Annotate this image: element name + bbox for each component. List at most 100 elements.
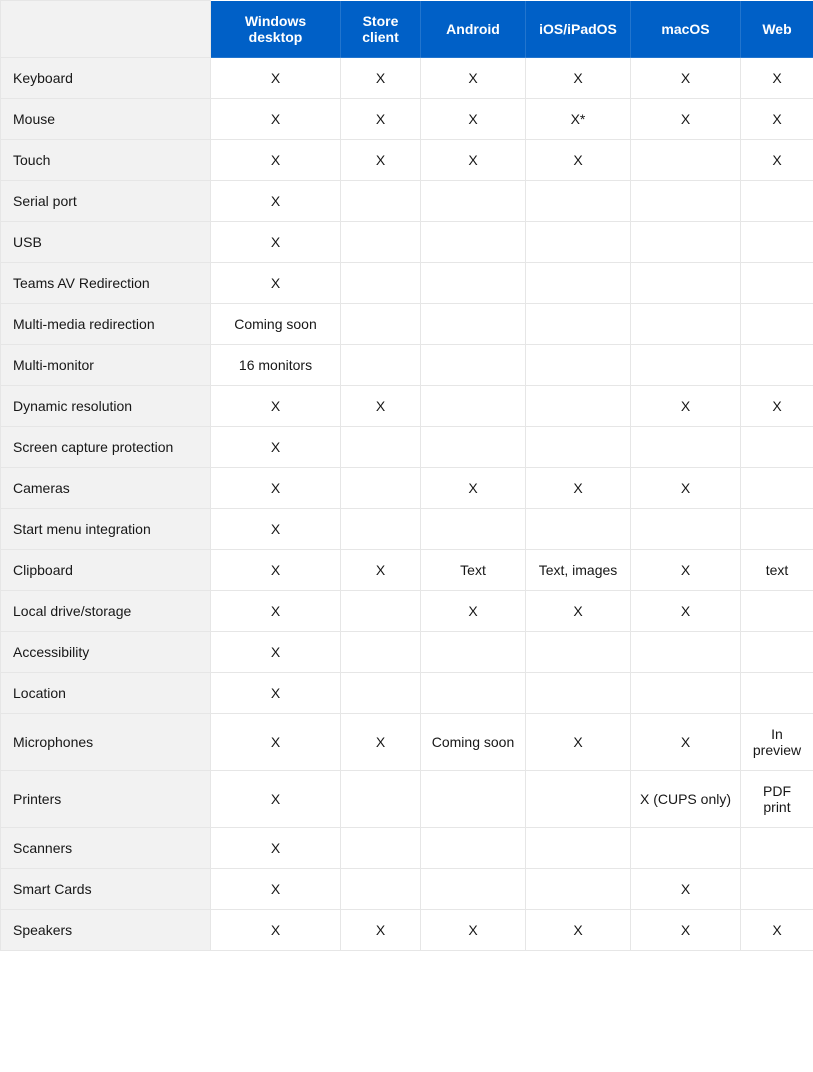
cell-value: X xyxy=(211,263,341,304)
cell-value xyxy=(341,222,421,263)
row-label: Serial port xyxy=(1,181,211,222)
table-row: Local drive/storageXXXX xyxy=(1,591,813,632)
cell-value xyxy=(341,263,421,304)
cell-value xyxy=(341,345,421,386)
cell-value xyxy=(526,828,631,869)
row-label: Printers xyxy=(1,771,211,828)
row-label: Mouse xyxy=(1,99,211,140)
table-row: Multi-media redirectionComing soon xyxy=(1,304,813,345)
cell-value: X xyxy=(211,591,341,632)
cell-value: X xyxy=(526,58,631,99)
cell-value xyxy=(631,345,741,386)
cell-value xyxy=(631,509,741,550)
cell-value xyxy=(341,632,421,673)
cell-value: X xyxy=(341,550,421,591)
cell-value xyxy=(421,304,526,345)
cell-value: X xyxy=(211,828,341,869)
row-label: Accessibility xyxy=(1,632,211,673)
table-row: MicrophonesXXComing soonXXIn preview xyxy=(1,714,813,771)
cell-value xyxy=(741,427,813,468)
cell-value xyxy=(741,345,813,386)
cell-value xyxy=(526,771,631,828)
row-label: USB xyxy=(1,222,211,263)
cell-value xyxy=(526,632,631,673)
table-row: KeyboardXXXXXX xyxy=(1,58,813,99)
row-label: Teams AV Redirection xyxy=(1,263,211,304)
cell-value xyxy=(341,828,421,869)
cell-value: X xyxy=(211,869,341,910)
cell-value xyxy=(741,263,813,304)
cell-value: X (CUPS only) xyxy=(631,771,741,828)
table-row: USBX xyxy=(1,222,813,263)
table-row: ScannersX xyxy=(1,828,813,869)
cell-value xyxy=(421,632,526,673)
cell-value xyxy=(631,427,741,468)
cell-value: X xyxy=(421,910,526,951)
cell-value xyxy=(341,509,421,550)
row-label: Location xyxy=(1,673,211,714)
table-row: MouseXXXX*XX xyxy=(1,99,813,140)
cell-value xyxy=(631,181,741,222)
cell-value: X xyxy=(631,550,741,591)
cell-value: X xyxy=(526,714,631,771)
cell-value xyxy=(526,673,631,714)
cell-value: X xyxy=(211,714,341,771)
cell-value xyxy=(631,828,741,869)
cell-value xyxy=(526,222,631,263)
cell-value: X xyxy=(741,910,813,951)
cell-value xyxy=(741,304,813,345)
cell-value: X xyxy=(631,99,741,140)
cell-value xyxy=(421,828,526,869)
cell-value xyxy=(526,869,631,910)
table-row: ClipboardXXTextText, imagesXtext xyxy=(1,550,813,591)
cell-value: Coming soon xyxy=(211,304,341,345)
row-label: Screen capture protection xyxy=(1,427,211,468)
cell-value: X xyxy=(341,140,421,181)
cell-value xyxy=(631,222,741,263)
cell-value: X xyxy=(526,140,631,181)
cell-value xyxy=(341,181,421,222)
col-header: Android xyxy=(421,1,526,58)
cell-value: X xyxy=(631,714,741,771)
cell-value xyxy=(526,345,631,386)
table-row: Start menu integrationX xyxy=(1,509,813,550)
row-label: Multi-monitor xyxy=(1,345,211,386)
cell-value xyxy=(631,140,741,181)
cell-value: X xyxy=(211,99,341,140)
cell-value xyxy=(741,869,813,910)
table-row: SpeakersXXXXXX xyxy=(1,910,813,951)
cell-value: X xyxy=(421,99,526,140)
cell-value xyxy=(631,263,741,304)
header-corner xyxy=(1,1,211,58)
cell-value: X xyxy=(526,910,631,951)
cell-value xyxy=(421,771,526,828)
row-label: Cameras xyxy=(1,468,211,509)
cell-value: X xyxy=(421,58,526,99)
cell-value xyxy=(421,181,526,222)
col-header: Windows desktop xyxy=(211,1,341,58)
cell-value xyxy=(421,509,526,550)
cell-value: X xyxy=(341,58,421,99)
cell-value: X xyxy=(421,591,526,632)
cell-value: X xyxy=(211,509,341,550)
cell-value: X xyxy=(341,910,421,951)
table-row: CamerasXXXX xyxy=(1,468,813,509)
cell-value xyxy=(341,427,421,468)
cell-value: X xyxy=(211,550,341,591)
cell-value: In preview xyxy=(741,714,813,771)
cell-value xyxy=(341,869,421,910)
cell-value xyxy=(341,673,421,714)
cell-value xyxy=(341,304,421,345)
table-row: TouchXXXXX xyxy=(1,140,813,181)
table-row: LocationX xyxy=(1,673,813,714)
row-label: Clipboard xyxy=(1,550,211,591)
row-label: Dynamic resolution xyxy=(1,386,211,427)
table-row: Teams AV RedirectionX xyxy=(1,263,813,304)
cell-value: X xyxy=(211,771,341,828)
cell-value: 16 monitors xyxy=(211,345,341,386)
col-header: macOS xyxy=(631,1,741,58)
cell-value: X xyxy=(211,468,341,509)
table-header: Windows desktop Store client Android iOS… xyxy=(1,1,813,58)
cell-value xyxy=(526,427,631,468)
cell-value: X xyxy=(211,222,341,263)
